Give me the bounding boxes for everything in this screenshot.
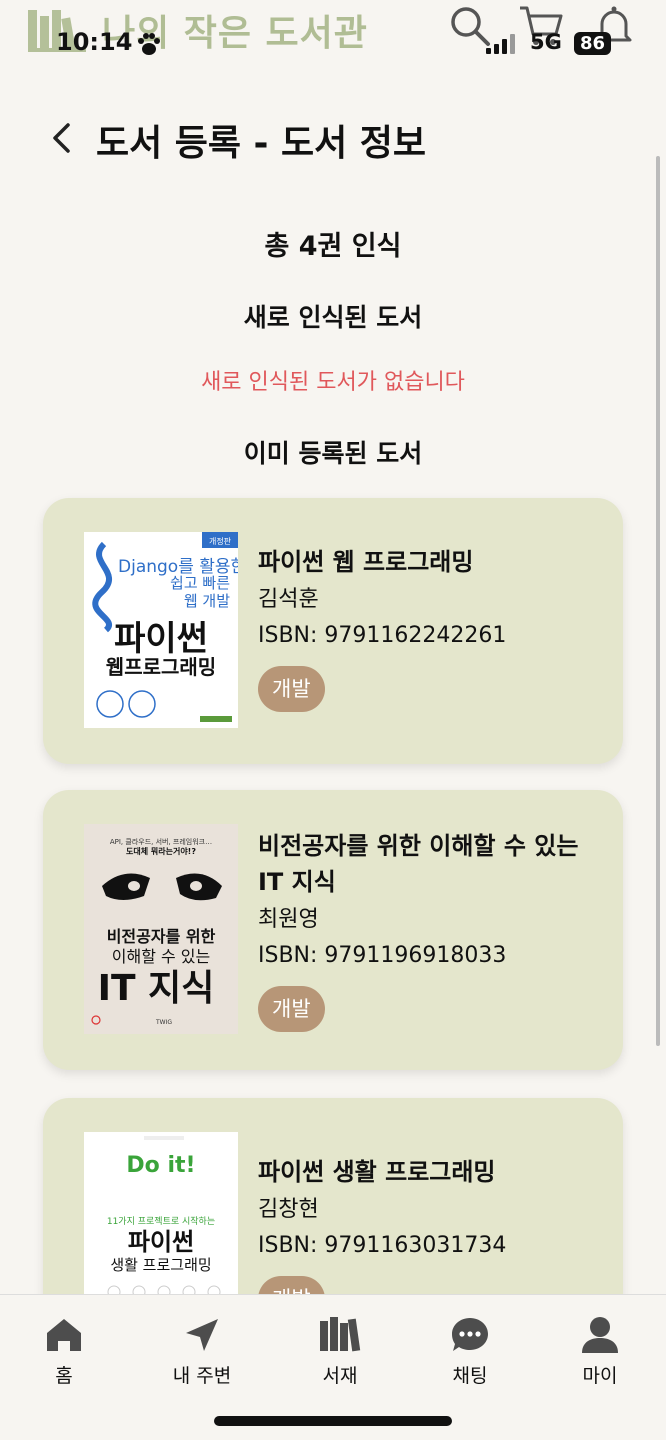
- page-title: 도서 등록 - 도서 정보: [96, 123, 427, 164]
- tab-label: 내 주변: [172, 1365, 232, 1387]
- tab-label: 마이: [582, 1365, 618, 1387]
- book-title: 파이썬 생활 프로그래밍: [258, 1158, 496, 1186]
- svg-text:비전공자를 위한: 비전공자를 위한: [107, 927, 216, 946]
- category-tag[interactable]: 개발: [258, 986, 325, 1032]
- book-author: 김석훈: [258, 587, 319, 612]
- tab-home[interactable]: 홈: [14, 1315, 114, 1388]
- book-info: 파이썬 웹 프로그래밍 김석훈 ISBN: 9791162242261 개발: [258, 544, 593, 712]
- book-card[interactable]: 개정판 Django를 활용한 쉽고 빠른 웹 개발 파이썬 웹프로그래밍 파이…: [43, 498, 623, 764]
- cell-signal-icon: [486, 34, 515, 54]
- book-cover-image: API, 클라우드, 서버, 프레임워크… 도대체 뭐라는거야!? 비전공자를 …: [84, 824, 238, 1034]
- tab-my[interactable]: 마이: [550, 1315, 650, 1388]
- svg-text:파이썬: 파이썬: [128, 1228, 194, 1256]
- book-isbn: ISBN: 9791163031734: [258, 1233, 507, 1258]
- book-card[interactable]: API, 클라우드, 서버, 프레임워크… 도대체 뭐라는거야!? 비전공자를 …: [43, 790, 623, 1070]
- svg-text:생활 프로그래밍: 생활 프로그래밍: [110, 1256, 211, 1274]
- book-author: 김창현: [258, 1197, 319, 1222]
- status-time: 10:14: [56, 28, 133, 56]
- svg-text:11가지 프로젝트로 시작하는: 11가지 프로젝트로 시작하는: [107, 1216, 215, 1227]
- svg-text:파이썬: 파이썬: [114, 619, 208, 659]
- tab-label: 채팅: [452, 1365, 488, 1387]
- location-arrow-icon: [186, 1319, 218, 1351]
- tab-bookshelf[interactable]: 서재: [290, 1315, 390, 1388]
- network-type: 5G: [530, 30, 562, 54]
- home-indicator[interactable]: [214, 1416, 452, 1426]
- new-books-heading: 새로 인식된 도서: [243, 303, 423, 332]
- tab-label: 서재: [322, 1365, 358, 1387]
- battery-level: 86: [574, 32, 612, 55]
- svg-text:IT 지식: IT 지식: [98, 968, 215, 1009]
- user-icon: [582, 1317, 618, 1353]
- top-bar: 나의 작은 도서관 10:14 5G 86: [0, 0, 666, 60]
- book-title: 파이썬 웹 프로그래밍: [258, 548, 474, 576]
- scrollbar[interactable]: [656, 156, 660, 1046]
- svg-text:API, 클라우드, 서버, 프레임워크…: API, 클라우드, 서버, 프레임워크…: [110, 837, 212, 846]
- svg-text:이해할 수 있는: 이해할 수 있는: [112, 947, 211, 966]
- chevron-left-icon[interactable]: [50, 122, 74, 154]
- svg-text:웹 개발: 웹 개발: [184, 592, 230, 610]
- tab-chat[interactable]: 채팅: [420, 1315, 520, 1388]
- book-isbn: ISBN: 9791162242261: [258, 623, 507, 648]
- svg-text:쉽고 빠른: 쉽고 빠른: [170, 574, 230, 592]
- book-isbn: ISBN: 9791196918033: [258, 943, 507, 968]
- svg-text:도대체 뭐라는거야!?: 도대체 뭐라는거야!?: [126, 846, 196, 856]
- page-header: 도서 등록 - 도서 정보: [0, 108, 666, 168]
- svg-text:Do it!: Do it!: [126, 1153, 195, 1178]
- registered-books-heading: 이미 등록된 도서: [243, 439, 423, 468]
- svg-text:개정판: 개정판: [209, 536, 232, 546]
- total-recognized-count: 총 4권 인식: [264, 231, 402, 262]
- tab-label: 홈: [55, 1365, 73, 1387]
- svg-text:웹프로그래밍: 웹프로그래밍: [106, 655, 216, 679]
- category-tag[interactable]: 개발: [258, 666, 325, 712]
- book-author: 최원영: [258, 907, 319, 932]
- tab-nearby[interactable]: 내 주변: [152, 1315, 252, 1388]
- book-title: 비전공자를 위한 이해할 수 있는 IT 지식: [258, 832, 579, 896]
- paw-icon: [138, 33, 160, 55]
- svg-text:TWIG: TWIG: [155, 1019, 172, 1026]
- home-icon: [47, 1319, 81, 1351]
- bookshelf-icon: [320, 1317, 361, 1352]
- book-info: 비전공자를 위한 이해할 수 있는 IT 지식 최원영 ISBN: 979119…: [258, 828, 593, 1032]
- chat-bubble-icon: [452, 1318, 488, 1351]
- book-cover-image: 개정판 Django를 활용한 쉽고 빠른 웹 개발 파이썬 웹프로그래밍: [84, 532, 238, 728]
- new-books-empty-message: 새로 인식된 도서가 없습니다: [201, 370, 465, 395]
